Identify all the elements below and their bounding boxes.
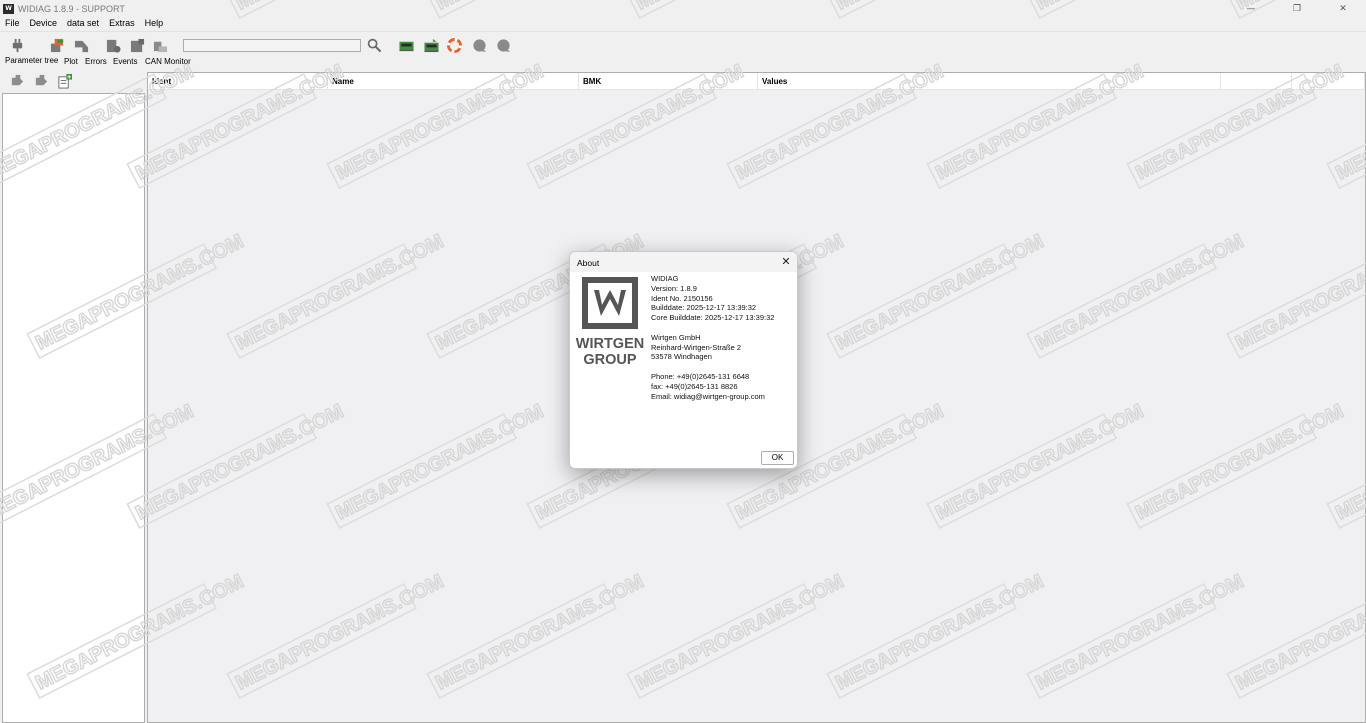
chat-icon[interactable]: [472, 38, 487, 53]
logo-text-wirtgen: WIRTGEN: [576, 336, 644, 352]
menu-extras[interactable]: Extras: [104, 17, 140, 30]
column-name[interactable]: Name: [328, 73, 579, 90]
window-controls: — ❐ ✕: [1228, 0, 1366, 17]
column-extra-2[interactable]: [1292, 73, 1365, 90]
monitor-icon[interactable]: [153, 38, 168, 53]
column-values[interactable]: Values: [758, 73, 1221, 90]
email-text: Email: widiag@wirtgen-group.com: [651, 391, 765, 401]
city-text: 53578 Windhagen: [651, 352, 712, 362]
logo-text-group: GROUP: [583, 352, 637, 368]
app-icon: W: [3, 3, 14, 14]
menu-data-set[interactable]: data set: [62, 17, 104, 30]
close-window-button[interactable]: ✕: [1320, 0, 1366, 17]
table-header: Ident Name BMK Values: [148, 73, 1365, 90]
column-extra-1[interactable]: [1221, 73, 1292, 90]
plot-icon[interactable]: [50, 38, 65, 53]
builddate-text: Builddate: 2025-12-17 13:39:32: [651, 303, 757, 313]
wirtgen-group-logo: WIRTGEN GROUP: [576, 277, 644, 368]
menu-bar: File Device data set Extras Help: [0, 17, 168, 30]
close-icon[interactable]: ✕: [779, 255, 793, 269]
support-lifebuoy-icon[interactable]: [447, 38, 462, 53]
search-input[interactable]: [183, 39, 361, 52]
about-dialog-title: About: [577, 258, 600, 268]
product-name: WIDIAG: [651, 274, 679, 283]
menu-file[interactable]: File: [0, 17, 25, 30]
events-label[interactable]: Events: [113, 57, 137, 66]
column-ident[interactable]: Ident: [148, 73, 328, 90]
ok-button[interactable]: OK: [761, 451, 794, 465]
title-bar: W WIDIAG 1.8.9 - SUPPORT — ❐ ✕: [0, 0, 1366, 17]
version-text: Version: 1.8.9: [651, 283, 697, 293]
menu-device[interactable]: Device: [25, 17, 63, 30]
street-text: Reinhard-Wirtgen-Straße 2: [651, 342, 742, 352]
toolbar: Parameter tree Plot Errors Events CAN Mo…: [0, 31, 1366, 69]
can-monitor-label[interactable]: CAN Monitor: [145, 57, 191, 66]
column-bmk[interactable]: BMK: [579, 73, 758, 90]
maximize-button[interactable]: ❐: [1274, 0, 1320, 17]
errors-label[interactable]: Errors: [85, 57, 107, 66]
device-read-icon[interactable]: [423, 38, 440, 53]
parameter-tree-panel[interactable]: [2, 93, 145, 723]
about-dialog: About ✕ WIRTGEN GROUP WIDIAG Version: 1.…: [569, 251, 798, 469]
plot-label[interactable]: Plot: [64, 57, 78, 66]
minimize-button[interactable]: —: [1228, 0, 1274, 17]
company-text: Wirtgen GmbH: [651, 332, 701, 342]
fax-text: fax: +49(0)2645-131 8826: [651, 381, 738, 391]
tree-toolbar: [0, 70, 146, 92]
about-dialog-titlebar: About ✕: [570, 252, 797, 272]
chat-secondary-icon[interactable]: [496, 38, 511, 53]
about-info: WIDIAG Version: 1.8.9 Ident No. 2150156 …: [651, 274, 774, 401]
plug-icon[interactable]: [10, 38, 25, 53]
errors-icon[interactable]: [74, 38, 89, 53]
phone-text: Phone: +49(0)2645-131 6648: [651, 371, 750, 381]
core-builddate-text: Core Builddate: 2025-12-17 13:39:32: [651, 313, 775, 323]
tree-forward-icon[interactable]: [34, 74, 49, 89]
window-title: WIDIAG 1.8.9 - SUPPORT: [18, 3, 125, 14]
add-document-icon[interactable]: [57, 74, 72, 89]
ident-text: Ident No. 2150156: [651, 293, 713, 303]
can-monitor-icon[interactable]: [130, 38, 145, 53]
parameter-tree-label[interactable]: Parameter tree: [5, 56, 58, 65]
tree-back-icon[interactable]: [10, 74, 25, 89]
device-connect-icon[interactable]: [398, 38, 415, 53]
menu-help[interactable]: Help: [140, 17, 169, 30]
events-icon[interactable]: [106, 38, 121, 53]
search-icon[interactable]: [367, 38, 382, 53]
